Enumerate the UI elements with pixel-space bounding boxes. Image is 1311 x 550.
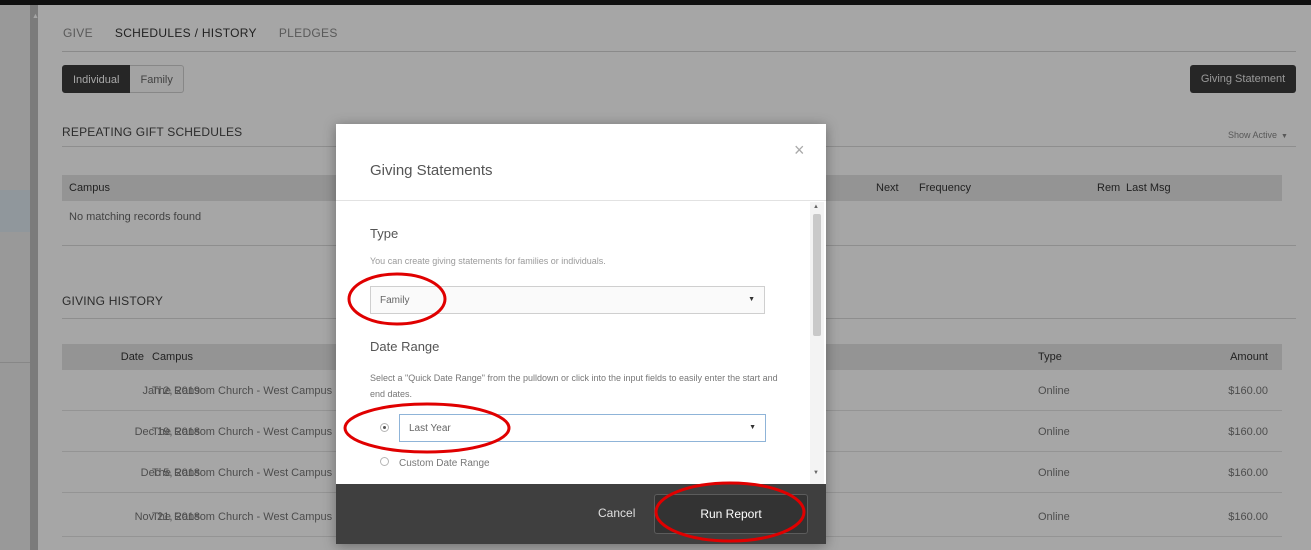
- modal-title: Giving Statements: [370, 162, 493, 179]
- modal-scrollbar[interactable]: ▲ ▼: [810, 202, 824, 484]
- giving-statements-modal: Giving Statements × Type You can create …: [336, 124, 826, 544]
- type-select-value: Family: [380, 295, 410, 306]
- run-report-button[interactable]: Run Report: [654, 494, 808, 534]
- custom-date-range-label[interactable]: Custom Date Range: [399, 458, 490, 469]
- modal-header: Giving Statements ×: [336, 124, 826, 201]
- type-select[interactable]: Family ▼: [370, 286, 765, 314]
- scroll-down-icon[interactable]: ▼: [813, 470, 819, 476]
- caret-down-icon: ▼: [748, 296, 755, 303]
- quick-range-radio[interactable]: [380, 423, 389, 432]
- date-range-help-text: Select a "Quick Date Range" from the pul…: [370, 373, 778, 399]
- quick-range-value: Last Year: [409, 423, 451, 434]
- scroll-thumb[interactable]: [813, 214, 821, 336]
- modal-body: Type You can create giving statements fo…: [336, 202, 826, 484]
- quick-date-range-select[interactable]: Last Year ▼: [399, 414, 766, 442]
- cancel-button[interactable]: Cancel: [598, 506, 635, 520]
- type-heading: Type: [370, 226, 399, 241]
- scroll-up-icon[interactable]: ▲: [813, 204, 819, 210]
- modal-footer: Cancel Run Report: [336, 484, 826, 544]
- caret-down-icon: ▼: [749, 424, 756, 431]
- custom-range-radio[interactable]: [380, 457, 389, 466]
- close-icon[interactable]: ×: [794, 140, 805, 161]
- type-help-text: You can create giving statements for fam…: [370, 256, 606, 266]
- date-range-heading: Date Range: [370, 339, 440, 354]
